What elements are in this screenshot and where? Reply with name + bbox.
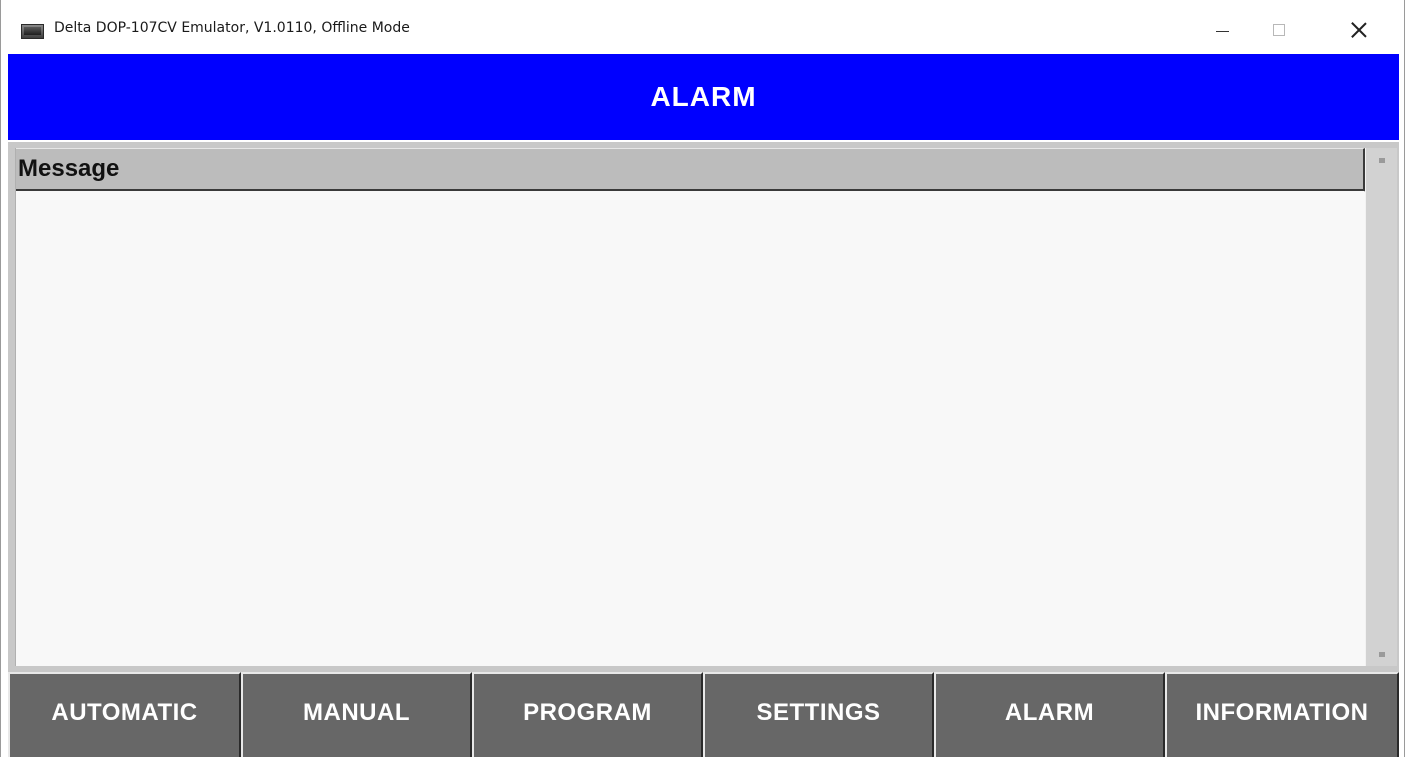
scroll-down-icon xyxy=(1379,651,1385,657)
title-bar: Delta DOP-107CV Emulator, V1.0110, Offli… xyxy=(1,0,1404,54)
minimize-button[interactable] xyxy=(1194,10,1250,50)
scroll-up-icon xyxy=(1379,157,1385,163)
nav-program-button[interactable]: PROGRAM xyxy=(472,672,703,757)
alarm-list-area: Message xyxy=(8,142,1399,668)
nav-information-button[interactable]: INFORMATION xyxy=(1165,672,1399,757)
vertical-scrollbar[interactable] xyxy=(1365,148,1397,666)
bottom-nav: AUTOMATIC MANUAL PROGRAM SETTINGS ALARM … xyxy=(8,668,1399,757)
alarm-list: Message xyxy=(15,148,1365,666)
column-header-label: Message xyxy=(18,155,120,182)
close-button[interactable] xyxy=(1331,10,1387,50)
nav-manual-button[interactable]: MANUAL xyxy=(241,672,472,757)
scroll-down-button[interactable] xyxy=(1366,642,1398,666)
nav-alarm-button[interactable]: ALARM xyxy=(934,672,1165,757)
nav-automatic-button[interactable]: AUTOMATIC xyxy=(8,672,241,757)
maximize-icon xyxy=(1273,24,1285,36)
window-title: Delta DOP-107CV Emulator, V1.0110, Offli… xyxy=(54,20,410,36)
screen-header: ALARM xyxy=(8,54,1399,140)
minimize-icon xyxy=(1215,30,1229,32)
screen-title: ALARM xyxy=(650,81,757,112)
app-monitor-icon xyxy=(21,24,44,39)
emulator-window: Delta DOP-107CV Emulator, V1.0110, Offli… xyxy=(0,0,1405,757)
nav-settings-button[interactable]: SETTINGS xyxy=(703,672,934,757)
column-header-message: Message xyxy=(16,148,1365,191)
close-icon xyxy=(1351,22,1367,38)
maximize-button[interactable] xyxy=(1251,10,1307,50)
scroll-up-button[interactable] xyxy=(1366,148,1398,172)
alarm-list-body[interactable] xyxy=(16,192,1365,666)
